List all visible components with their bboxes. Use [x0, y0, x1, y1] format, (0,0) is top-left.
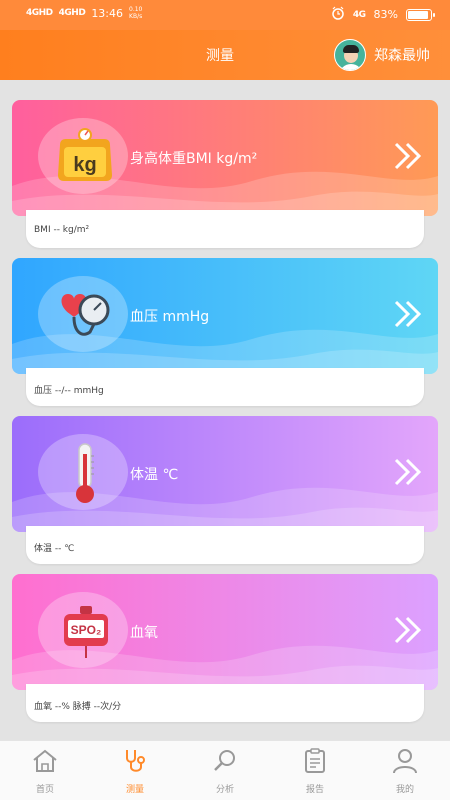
tab-analysis-label: 分析 [215, 785, 234, 795]
username: 郑森最帅 [374, 48, 430, 64]
battery-icon [406, 8, 435, 21]
tab-report-label: 报告 [305, 785, 324, 795]
bmi-card-label: 身高体重BMI kg/m² [130, 151, 258, 167]
blood-pressure-card[interactable]: 血压 mmHg 血压 --/-- mmHg [12, 258, 438, 406]
tab-analysis[interactable]: 分析 [195, 747, 255, 797]
spo2-detail-text: 血氧 --% 脉搏 --次/分 [34, 702, 122, 712]
bmi-card-banner[interactable]: kg 身高体重BMI kg/m² [12, 100, 438, 216]
network-indicator-2: 4GHD [58, 8, 86, 18]
double-chevron-right-icon[interactable] [392, 298, 424, 330]
clock: 13:46 [91, 6, 124, 20]
temperature-card-label: 体温 ℃ [130, 467, 179, 483]
status-bar: 4GHD 4GHD 13:46 0.10 KB/s 4G 83% [0, 0, 450, 30]
net-speed-unit: KB/s [129, 13, 143, 20]
person-icon [393, 749, 417, 774]
double-chevron-right-icon[interactable] [392, 456, 424, 488]
kg-scale-icon: kg [58, 128, 112, 181]
svg-text:kg: kg [73, 154, 96, 176]
tab-home[interactable]: 首页 [15, 747, 75, 797]
user-profile[interactable]: 郑森最帅 [334, 39, 430, 71]
avatar[interactable] [334, 39, 366, 71]
bmi-card[interactable]: kg 身高体重BMI kg/m² BMI -- kg/m² [12, 100, 438, 248]
bmi-detail-text: BMI -- kg/m² [34, 225, 90, 235]
tab-home-label: 首页 [35, 785, 54, 795]
net-speed-value: 0.10 [129, 6, 143, 13]
spo2-icon: SPO₂ [64, 606, 108, 658]
bottom-tab-bar: 首页 测量 分析 报告 我的 [0, 740, 450, 800]
spo2-card-banner[interactable]: SPO₂ 血氧 [12, 574, 438, 690]
thermometer-icon [76, 443, 94, 503]
svg-text:SPO₂: SPO₂ [71, 623, 102, 637]
double-chevron-right-icon[interactable] [392, 140, 424, 172]
double-chevron-right-icon[interactable] [392, 614, 424, 646]
tab-profile-label: 我的 [395, 785, 414, 795]
network-indicator-4g: 4G [352, 9, 366, 20]
tab-measure[interactable]: 测量 [105, 747, 165, 797]
blood-pressure-detail-text: 血压 --/-- mmHg [34, 386, 104, 396]
stethoscope-icon [126, 750, 145, 772]
net-speed: 0.10 KB/s [129, 6, 142, 20]
alarm-icon [331, 6, 345, 23]
bmi-detail: BMI -- kg/m² [26, 210, 424, 248]
network-indicator-1: 4GHD [26, 8, 53, 18]
blood-pressure-card-label: 血压 mmHg [130, 309, 210, 325]
tab-profile[interactable]: 我的 [375, 747, 435, 797]
temperature-detail: 体温 -- ℃ [26, 526, 424, 564]
tab-measure-label: 测量 [125, 785, 144, 795]
temperature-card[interactable]: 体温 ℃ 体温 -- ℃ [12, 416, 438, 564]
page-title: 测量 [206, 48, 234, 64]
blood-pressure-detail: 血压 --/-- mmHg [26, 368, 424, 406]
battery-percent: 83% [373, 8, 398, 21]
blood-pressure-icon [61, 294, 110, 336]
temperature-card-banner[interactable]: 体温 ℃ [12, 416, 438, 532]
spo2-card-label: 血氧 [130, 625, 158, 641]
home-icon [33, 749, 57, 772]
tab-report[interactable]: 报告 [285, 747, 345, 797]
app-header: 测量 郑森最帅 [0, 30, 450, 80]
spo2-card[interactable]: SPO₂ 血氧 血氧 --% 脉搏 --次/分 [12, 574, 438, 722]
blood-pressure-card-banner[interactable]: 血压 mmHg [12, 258, 438, 374]
clipboard-icon [305, 748, 325, 773]
temperature-detail-text: 体温 -- ℃ [34, 544, 75, 554]
spo2-detail: 血氧 --% 脉搏 --次/分 [26, 684, 424, 722]
magnifier-icon [214, 750, 235, 771]
